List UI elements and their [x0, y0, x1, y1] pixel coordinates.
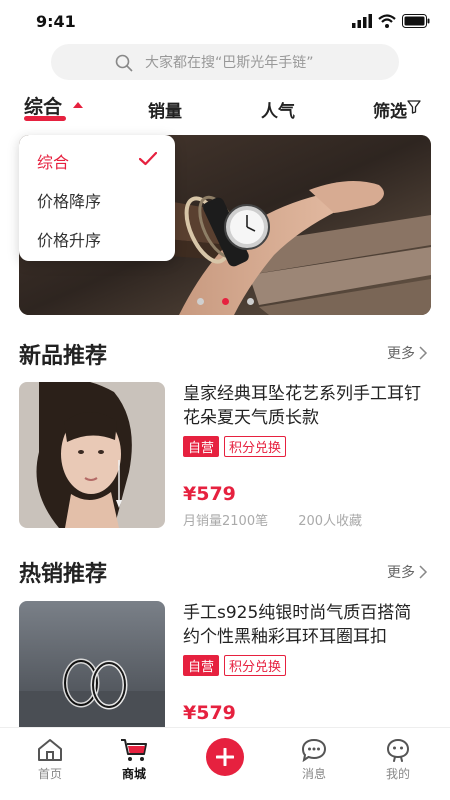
sort-option-price-desc[interactable]: 价格降序	[37, 188, 101, 212]
nav-profile[interactable]: 我的	[368, 738, 428, 782]
sort-option-comprehensive[interactable]: 综合	[37, 149, 69, 173]
nav-label-mall: 商城	[121, 767, 146, 781]
badge-self-operated: 自营	[183, 655, 220, 676]
nav-label-home: 首页	[37, 767, 62, 781]
tab-popularity[interactable]: 人气	[261, 97, 295, 122]
profile-icon	[386, 738, 410, 762]
caret-up-icon	[73, 102, 83, 108]
plus-icon	[216, 748, 234, 766]
product-title: 手工s925纯银时尚气质百搭简约个性黑釉彩耳环耳圈耳扣	[183, 603, 412, 647]
filter-tabs: 综合 销量 人气 筛选	[0, 88, 450, 128]
wifi-icon	[378, 14, 396, 28]
more-label: 更多	[387, 565, 415, 581]
tab-comprehensive[interactable]: 综合	[24, 92, 62, 119]
battery-icon	[402, 14, 430, 28]
search-bar[interactable]: 大家都在搜“巴斯光年手链”	[51, 44, 399, 80]
search-icon	[115, 54, 133, 72]
search-placeholder: 大家都在搜“巴斯光年手链”	[145, 55, 314, 71]
product-badges: 自营 积分兑换	[183, 436, 287, 457]
nav-messages[interactable]: 消息	[284, 738, 344, 782]
product-card[interactable]: 皇家经典耳坠花艺系列手工耳钉花朵夏天气质长款 自营 积分兑换 ¥579 月销量2…	[19, 382, 431, 529]
product-price: ¥579	[183, 483, 236, 505]
more-link-new[interactable]: 更多	[387, 343, 428, 363]
nav-publish-button[interactable]	[206, 738, 244, 776]
product-title: 皇家经典耳坠花艺系列手工耳钉花朵夏天气质长款	[183, 384, 421, 428]
badge-points-exchange: 积分兑换	[224, 436, 287, 457]
section-title-hot: 热销推荐	[19, 562, 108, 587]
more-link-hot[interactable]: 更多	[387, 562, 428, 582]
product-thumbnail	[19, 382, 165, 528]
carousel-dot[interactable]	[196, 298, 204, 305]
chevron-right-icon	[419, 346, 428, 360]
carousel-dot[interactable]	[246, 298, 254, 305]
badge-points-exchange: 积分兑换	[224, 655, 287, 676]
product-badges: 自营 积分兑换	[183, 655, 287, 676]
status-time: 9:41	[36, 12, 76, 31]
carousel-dot-active[interactable]	[221, 298, 229, 305]
product-thumbnail	[19, 601, 165, 747]
cart-icon	[121, 739, 147, 761]
sort-dropdown: 综合 价格降序 价格升序	[19, 135, 175, 261]
product-meta: 月销量2100笔 200人收藏	[183, 510, 362, 529]
carousel-dots	[19, 298, 431, 305]
sort-option-price-asc[interactable]: 价格升序	[37, 227, 101, 251]
status-icons	[352, 14, 430, 28]
product-favorites: 200人收藏	[298, 514, 363, 529]
more-label: 更多	[387, 346, 415, 362]
nav-home[interactable]: 首页	[20, 738, 80, 782]
filter-icon[interactable]	[407, 100, 421, 114]
product-sales: 月销量2100笔	[183, 514, 269, 529]
product-price: ¥579	[183, 702, 236, 724]
tab-filter[interactable]: 筛选	[373, 97, 407, 122]
home-icon	[38, 739, 62, 761]
check-icon	[139, 152, 157, 166]
nav-label-messages: 消息	[301, 767, 326, 781]
badge-self-operated: 自营	[183, 436, 220, 457]
product-card[interactable]: 手工s925纯银时尚气质百搭简约个性黑釉彩耳环耳圈耳扣 自营 积分兑换 ¥579	[19, 601, 431, 747]
nav-mall[interactable]: 商城	[104, 738, 164, 782]
message-icon	[301, 738, 327, 762]
chevron-right-icon	[419, 565, 428, 579]
section-title-new: 新品推荐	[19, 344, 108, 369]
bottom-nav: 首页 商城 消息 我的	[0, 727, 450, 800]
tab-sales[interactable]: 销量	[148, 97, 182, 122]
status-bar: 9:41	[0, 0, 450, 44]
nav-label-profile: 我的	[385, 767, 410, 781]
signal-icon	[352, 14, 372, 28]
